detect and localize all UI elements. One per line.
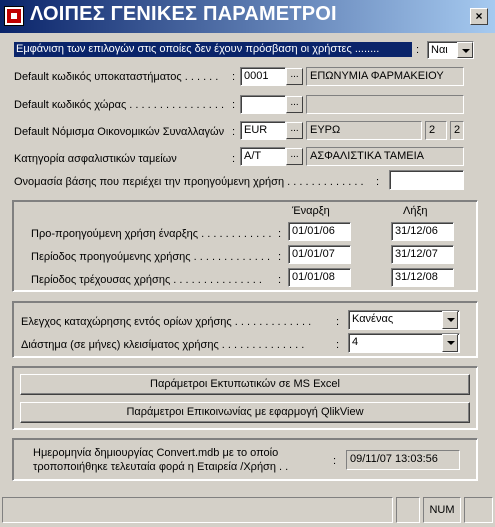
country-code-label: Default κωδικός χώρας . . . . . . . . . … <box>14 99 225 111</box>
currency-lookup-button[interactable]: ... <box>286 122 303 139</box>
periods-start-header: Έναρξη <box>292 205 330 217</box>
chevron-down-icon[interactable] <box>457 42 473 58</box>
insurance-category-label: Κατηγορία ασφαλιστικών ταμείων <box>14 153 177 165</box>
convert-colon: : <box>333 455 337 467</box>
limits-check-label: Ελεγχος καταχώρησης εντός ορίων χρήσης .… <box>21 316 312 328</box>
branch-code-lookup-button[interactable]: ... <box>286 68 303 85</box>
period-row-colon: : <box>278 251 282 263</box>
closing-months-value: 4 <box>352 336 359 348</box>
period-row-label: Περίοδος τρέχουσας χρήσης . . . . . . . … <box>31 274 262 286</box>
period-row-colon: : <box>278 274 282 286</box>
convert-label-line2: τροποποιήθηκε τελευταία φορά η Εταιρεία … <box>33 461 289 473</box>
options-visibility-colon: : <box>416 44 420 56</box>
period-row-label: Περίοδος προηγούμενης χρήσης . . . . . .… <box>31 251 271 263</box>
period-row-colon: : <box>278 228 282 240</box>
closing-months-colon: : <box>336 339 340 351</box>
currency-decimals-2: 2 <box>450 121 464 140</box>
period-end-input[interactable]: 31/12/07 <box>391 245 454 264</box>
limits-check-value: Κανένας <box>352 313 394 325</box>
app-icon[interactable] <box>4 6 24 26</box>
status-bar-main <box>2 497 393 523</box>
num-lock-indicator: NUM <box>423 497 461 523</box>
limits-check-colon: : <box>336 316 340 328</box>
close-button[interactable]: × <box>470 8 488 25</box>
previous-db-colon: : <box>376 176 380 188</box>
status-bar-grip[interactable] <box>464 497 493 523</box>
window-title: ΛΟΙΠΕΣ ΓΕΝΙΚΕΣ ΠΑΡΑΜΕΤΡΟΙ <box>30 3 337 25</box>
branch-code-colon: : <box>232 71 236 83</box>
options-visibility-label: Εμφάνιση των επιλογών στις οποίες δεν έχ… <box>14 42 412 57</box>
previous-db-input[interactable] <box>389 170 464 190</box>
branch-code-label: Default κωδικός υποκαταστήματος . . . . … <box>14 71 219 83</box>
branch-name-field: ΕΠΩΝΥΜΙΑ ΦΑΡΜΑΚΕΙΟΥ <box>306 67 464 86</box>
previous-db-label: Ονομασία βάσης που περιέχει την προηγούμ… <box>14 176 364 188</box>
country-code-input[interactable] <box>240 95 286 114</box>
country-code-colon: : <box>232 99 236 111</box>
chevron-down-icon[interactable] <box>442 334 458 352</box>
status-bar-pane <box>396 497 420 523</box>
convert-date-field: 09/11/07 13:03:56 <box>346 450 460 470</box>
closing-months-label: Διάστημα (σε μήνες) κλεισίματος χρήσης .… <box>21 339 305 351</box>
period-start-input[interactable]: 01/01/08 <box>288 268 351 287</box>
period-end-input[interactable]: 31/12/08 <box>391 268 454 287</box>
periods-end-header: Λήξη <box>403 205 428 217</box>
insurance-category-lookup-button[interactable]: ... <box>286 148 303 165</box>
chevron-down-icon[interactable] <box>442 311 458 329</box>
currency-decimals-1: 2 <box>425 121 447 140</box>
currency-code-input[interactable]: EUR <box>240 121 286 140</box>
period-start-input[interactable]: 01/01/06 <box>288 222 351 241</box>
insurance-category-name-field: ΑΣΦΑΛΙΣΤΙΚΑ ΤΑΜΕΙΑ <box>306 147 464 166</box>
period-end-input[interactable]: 31/12/06 <box>391 222 454 241</box>
excel-parameters-button[interactable]: Παράμετροι Εκτυπωτικών σε MS Excel <box>20 374 470 395</box>
insurance-category-input[interactable]: A/T <box>240 147 286 166</box>
currency-colon: : <box>232 126 236 138</box>
insurance-category-colon: : <box>232 153 236 165</box>
convert-label-line1: Ημερομηνία δημιουργίας Convert.mdb με το… <box>33 447 279 459</box>
qlikview-parameters-button[interactable]: Παράμετροι Επικοινωνίας με εφαρμογή Qlik… <box>20 402 470 423</box>
country-name-field <box>306 95 464 114</box>
period-start-input[interactable]: 01/01/07 <box>288 245 351 264</box>
country-code-lookup-button[interactable]: ... <box>286 96 303 113</box>
currency-name-field: ΕΥΡΩ <box>306 121 422 140</box>
branch-code-input[interactable]: 0001 <box>240 67 286 86</box>
period-row-label: Προ-προηγούμενη χρήση έναρξης . . . . . … <box>31 228 272 240</box>
currency-label: Default Νόμισμα Οικονομικών Συναλλαγών <box>14 126 225 138</box>
options-visibility-value: Ναι <box>431 44 448 56</box>
